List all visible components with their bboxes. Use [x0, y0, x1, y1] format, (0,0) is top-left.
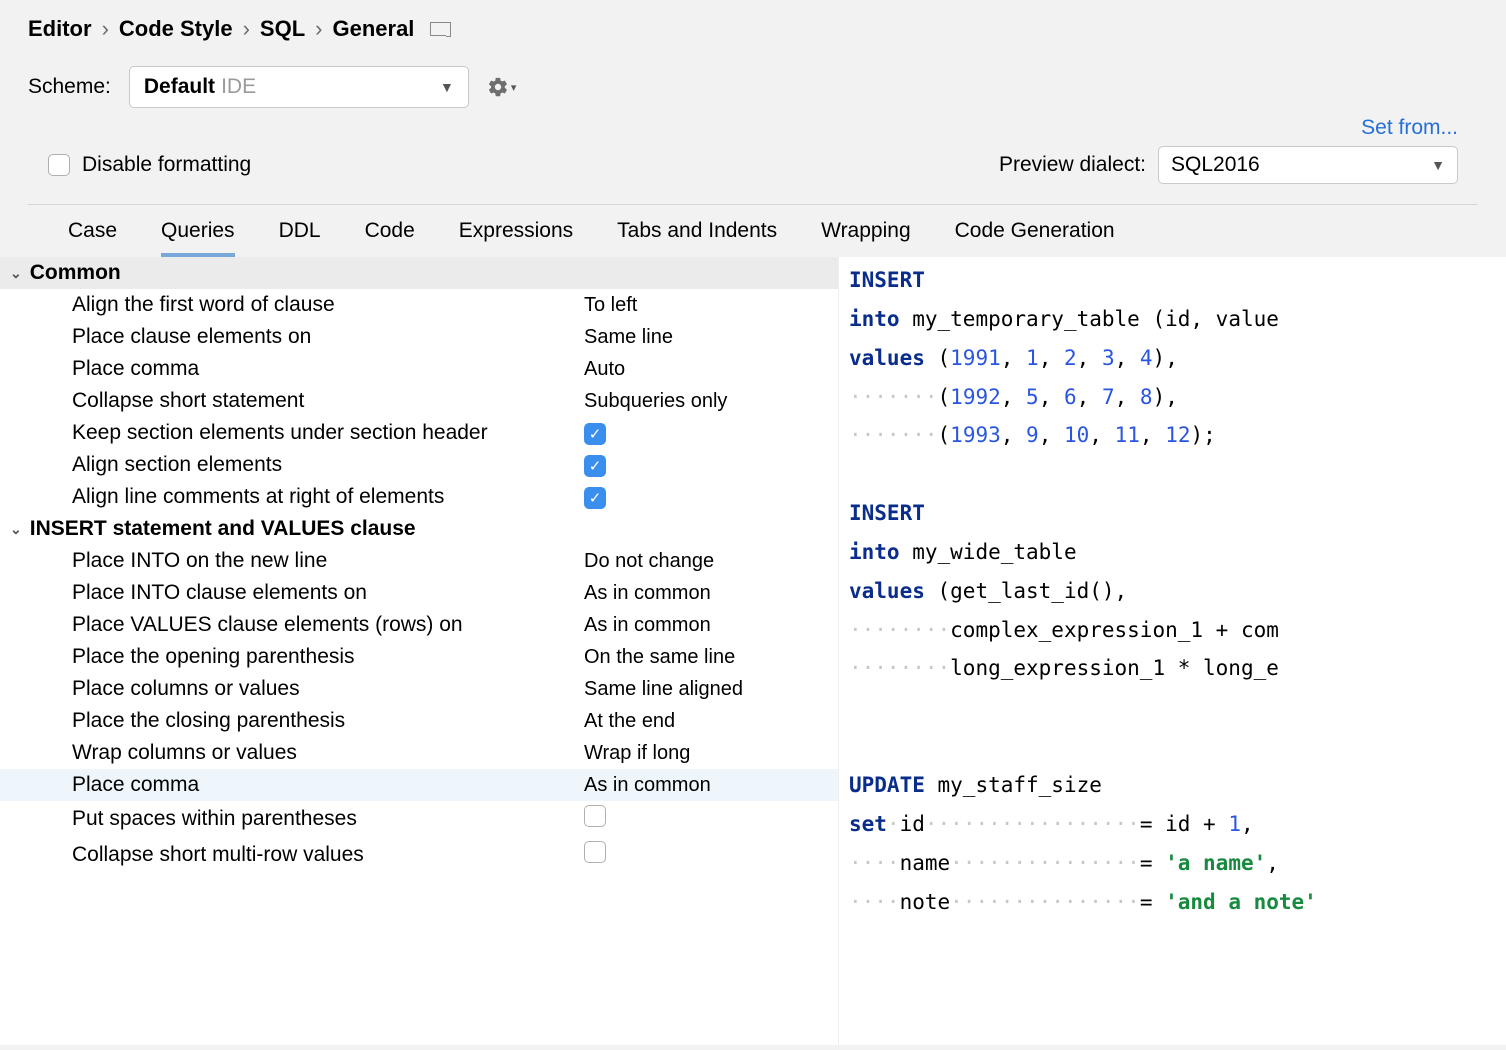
breadcrumb-code-style[interactable]: Code Style: [119, 16, 233, 42]
tab-queries[interactable]: Queries: [161, 219, 235, 257]
setting-label: Collapse short statement: [72, 389, 584, 413]
setting-value[interactable]: ✓: [584, 422, 828, 445]
setting-row[interactable]: Align line comments at right of elements…: [0, 481, 838, 513]
chevron-down-icon: ▾: [511, 81, 517, 94]
setting-value[interactable]: Same line aligned: [584, 678, 828, 701]
setting-value[interactable]: Wrap if long: [584, 742, 828, 765]
chevron-down-icon: ▼: [1431, 157, 1445, 173]
setting-label: Place the opening parenthesis: [72, 645, 584, 669]
setting-row[interactable]: Place commaAs in common: [0, 769, 838, 801]
breadcrumb-general[interactable]: General: [332, 16, 414, 42]
tab-case[interactable]: Case: [68, 219, 117, 257]
setting-value[interactable]: As in common: [584, 582, 828, 605]
setting-row[interactable]: Place columns or valuesSame line aligned: [0, 673, 838, 705]
setting-value[interactable]: On the same line: [584, 646, 828, 669]
breadcrumb: Editor › Code Style › SQL › General: [28, 16, 1478, 42]
section-header[interactable]: ⌄ Common: [0, 257, 838, 289]
setting-label: Place the closing parenthesis: [72, 709, 584, 733]
scheme-value-main: Default: [144, 75, 215, 99]
set-from-link[interactable]: Set from...: [1361, 116, 1458, 140]
chevron-down-icon: ⌄: [10, 521, 22, 538]
section-title: Common: [30, 261, 121, 285]
setting-label: Place VALUES clause elements (rows) on: [72, 613, 584, 637]
setting-row[interactable]: Place VALUES clause elements (rows) onAs…: [0, 609, 838, 641]
code-preview: INSERT into my_temporary_table (id, valu…: [838, 257, 1506, 1045]
setting-row[interactable]: Collapse short multi-row values: [0, 837, 838, 873]
expand-window-icon[interactable]: [430, 22, 446, 36]
settings-panel: ⌄ Common Align the first word of clauseTo …: [0, 257, 838, 1045]
tab-tabs-and-indents[interactable]: Tabs and Indents: [617, 219, 777, 257]
setting-value[interactable]: Subqueries only: [584, 390, 828, 413]
setting-row[interactable]: Place the opening parenthesisOn the same…: [0, 641, 838, 673]
checkbox-icon: [48, 154, 70, 176]
tabs-bar: Case Queries DDL Code Expressions Tabs and In…: [28, 205, 1478, 257]
setting-value[interactable]: Auto: [584, 358, 828, 381]
chevron-down-icon: ⌄: [10, 265, 22, 282]
setting-value[interactable]: Same line: [584, 326, 828, 349]
tab-wrapping[interactable]: Wrapping: [821, 219, 911, 257]
setting-row[interactable]: Align the first word of clauseTo left: [0, 289, 838, 321]
setting-label: Place comma: [72, 357, 584, 381]
setting-row[interactable]: Place INTO clause elements onAs in commo…: [0, 577, 838, 609]
setting-value[interactable]: As in common: [584, 614, 828, 637]
chevron-right-icon: ›: [102, 16, 109, 42]
setting-label: Align line comments at right of elements: [72, 485, 584, 509]
setting-row[interactable]: Put spaces within parentheses: [0, 801, 838, 837]
setting-label: Place comma: [72, 773, 584, 797]
breadcrumb-editor[interactable]: Editor: [28, 16, 92, 42]
setting-value[interactable]: To left: [584, 294, 828, 317]
tab-expressions[interactable]: Expressions: [459, 219, 573, 257]
setting-value[interactable]: [584, 841, 828, 869]
setting-row[interactable]: Place clause elements onSame line: [0, 321, 838, 353]
setting-row[interactable]: Wrap columns or valuesWrap if long: [0, 737, 838, 769]
setting-row[interactable]: Collapse short statementSubqueries only: [0, 385, 838, 417]
setting-label: Place columns or values: [72, 677, 584, 701]
checkbox-checked-icon: ✓: [584, 455, 606, 477]
setting-value[interactable]: ✓: [584, 454, 828, 477]
setting-value[interactable]: As in common: [584, 774, 828, 797]
scheme-settings-button[interactable]: ▾: [487, 76, 517, 98]
setting-row[interactable]: Keep section elements under section head…: [0, 417, 838, 449]
setting-label: Collapse short multi-row values: [72, 843, 584, 867]
preview-dialect-label: Preview dialect:: [999, 153, 1146, 177]
preview-dialect-select[interactable]: SQL2016 ▼: [1158, 146, 1458, 184]
tab-code[interactable]: Code: [365, 219, 415, 257]
setting-value[interactable]: [584, 805, 828, 833]
setting-label: Place INTO on the new line: [72, 549, 584, 573]
setting-value[interactable]: Do not change: [584, 550, 828, 573]
checkbox-checked-icon: ✓: [584, 423, 606, 445]
scheme-label: Scheme:: [28, 75, 111, 99]
scheme-select[interactable]: Default IDE ▼: [129, 66, 469, 108]
checkbox-checked-icon: ✓: [584, 487, 606, 509]
setting-label: Place INTO clause elements on: [72, 581, 584, 605]
disable-formatting-checkbox[interactable]: Disable formatting: [48, 153, 251, 177]
setting-row[interactable]: Place commaAuto: [0, 353, 838, 385]
setting-value[interactable]: ✓: [584, 486, 828, 509]
section-header[interactable]: ⌄ INSERT statement and VALUES clause: [0, 513, 838, 545]
checkbox-icon: [584, 805, 606, 827]
tab-code-generation[interactable]: Code Generation: [955, 219, 1115, 257]
disable-formatting-label: Disable formatting: [82, 153, 251, 177]
tab-ddl[interactable]: DDL: [279, 219, 321, 257]
checkbox-icon: [584, 841, 606, 863]
section-title: INSERT statement and VALUES clause: [30, 517, 416, 541]
setting-row[interactable]: Align section elements✓: [0, 449, 838, 481]
chevron-right-icon: ›: [243, 16, 250, 42]
setting-label: Wrap columns or values: [72, 741, 584, 765]
setting-label: Align section elements: [72, 453, 584, 477]
gear-icon: [487, 76, 509, 98]
scheme-value-suffix: IDE: [221, 75, 256, 99]
chevron-right-icon: ›: [315, 16, 322, 42]
setting-row[interactable]: Place the closing parenthesisAt the end: [0, 705, 838, 737]
setting-label: Keep section elements under section head…: [72, 421, 584, 445]
setting-label: Put spaces within parentheses: [72, 807, 584, 831]
preview-dialect-value: SQL2016: [1171, 153, 1260, 177]
chevron-down-icon: ▼: [440, 79, 454, 95]
setting-row[interactable]: Place INTO on the new lineDo not change: [0, 545, 838, 577]
setting-value[interactable]: At the end: [584, 710, 828, 733]
setting-label: Place clause elements on: [72, 325, 584, 349]
breadcrumb-sql[interactable]: SQL: [260, 16, 305, 42]
setting-label: Align the first word of clause: [72, 293, 584, 317]
